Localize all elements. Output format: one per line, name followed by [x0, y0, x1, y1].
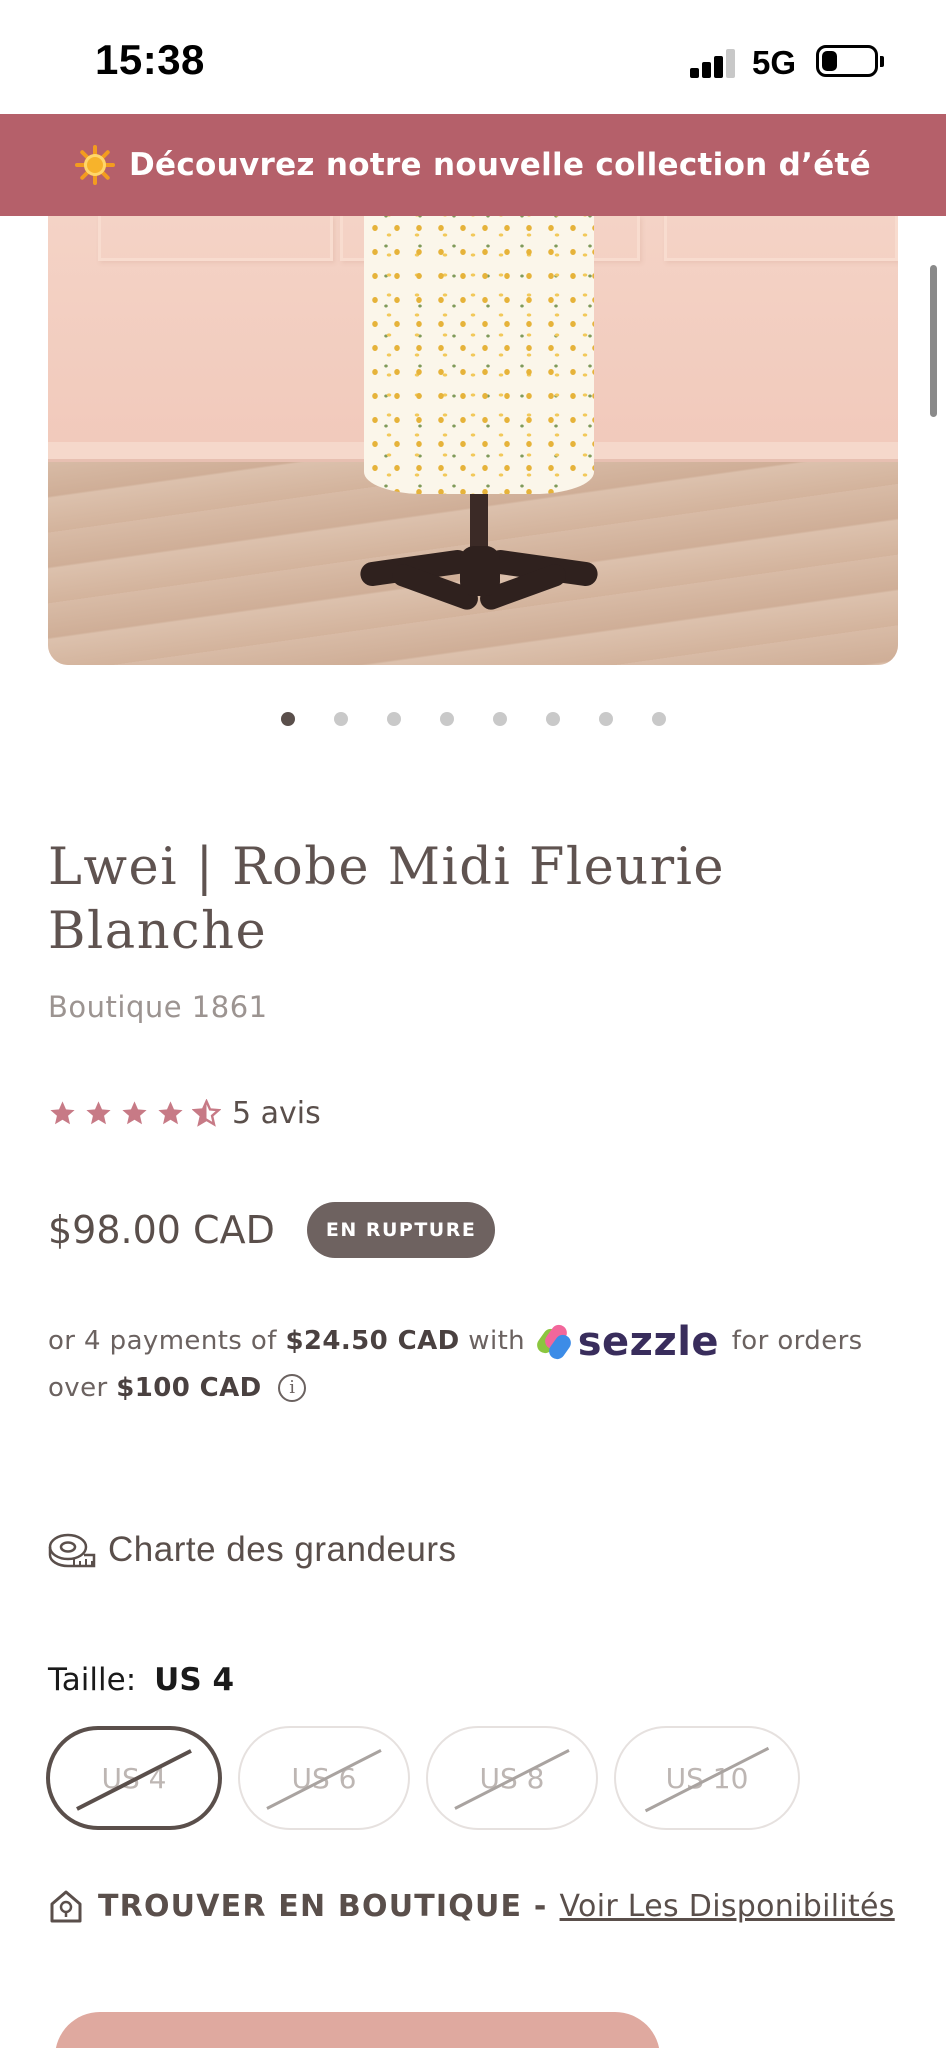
- status-time: 15:38: [95, 36, 205, 83]
- star-icon: [86, 1101, 111, 1125]
- sezzle-logo: sezzle: [533, 1318, 720, 1365]
- status-bar: 15:38 5G: [0, 0, 946, 114]
- sezzle-with: with: [468, 1326, 526, 1356]
- size-option-us-8[interactable]: US 8: [426, 1726, 598, 1830]
- product-price: $98.00 CAD: [48, 1208, 275, 1252]
- unavailable-strike: [76, 1749, 192, 1811]
- mannequin-stand: [358, 546, 600, 613]
- star-icon: [122, 1101, 147, 1125]
- star-icon: [50, 1101, 75, 1125]
- size-chart-label: Charte des grandeurs: [108, 1530, 457, 1569]
- size-selector-label: Taille: US 4: [48, 1662, 234, 1698]
- sun-icon: [75, 145, 116, 185]
- star-icon: [158, 1101, 183, 1125]
- sezzle-mark-icon: [533, 1321, 574, 1362]
- store-finder: TROUVER EN BOUTIQUE - Voir Les Disponibi…: [48, 1888, 895, 1924]
- review-count: 5 avis: [232, 1096, 321, 1131]
- info-icon[interactable]: i: [278, 1374, 307, 1402]
- size-option-us-6[interactable]: US 6: [238, 1726, 410, 1830]
- battery-icon: [816, 45, 884, 77]
- size-option-us-10[interactable]: US 10: [614, 1726, 800, 1830]
- carousel-dot[interactable]: [333, 712, 348, 726]
- sezzle-prefix: or 4 payments of: [48, 1326, 277, 1356]
- sezzle-installments[interactable]: or 4 payments of $24.50 CAD with sezzle …: [48, 1318, 898, 1411]
- product-vendor[interactable]: Boutique 1861: [48, 990, 268, 1024]
- selected-size: US 4: [154, 1662, 235, 1698]
- price-row: $98.00 CAD EN RUPTURE: [48, 1202, 496, 1258]
- product-title: Lwei | Robe Midi Fleurie Blanche: [48, 838, 726, 961]
- dress-image: [364, 216, 594, 494]
- carousel-dot[interactable]: [280, 712, 295, 726]
- size-options: US 4 US 6 US 8 US 10: [46, 1726, 800, 1830]
- sezzle-threshold: $100 CAD: [116, 1372, 262, 1403]
- size-option-us-4[interactable]: US 4: [46, 1726, 222, 1830]
- product-image[interactable]: [48, 216, 898, 665]
- unavailable-strike: [266, 1749, 382, 1810]
- sold-out-badge: EN RUPTURE: [306, 1202, 496, 1258]
- carousel-dot[interactable]: [545, 712, 560, 726]
- store-pin-icon: [50, 1890, 82, 1923]
- network-label: 5G: [752, 44, 797, 81]
- scrollbar[interactable]: [930, 265, 937, 417]
- store-availability-link[interactable]: Voir Les Disponibilités: [560, 1889, 895, 1924]
- image-carousel-dots[interactable]: [0, 712, 946, 726]
- announcement-banner[interactable]: Découvrez notre nouvelle collection d’ét…: [0, 114, 946, 216]
- sezzle-installment: $24.50 CAD: [285, 1326, 460, 1356]
- signal-icon: [690, 48, 740, 78]
- sezzle-wordmark: sezzle: [577, 1318, 720, 1365]
- store-finder-label: TROUVER EN BOUTIQUE -: [98, 1888, 548, 1924]
- unavailable-strike: [454, 1749, 570, 1810]
- carousel-dot[interactable]: [492, 712, 507, 726]
- product-rating[interactable]: 5 avis: [48, 1096, 321, 1131]
- tape-measure-icon: [48, 1533, 96, 1568]
- size-label: Taille:: [48, 1662, 137, 1698]
- carousel-dot[interactable]: [386, 712, 401, 726]
- unavailable-strike: [644, 1746, 770, 1813]
- add-to-cart-button[interactable]: [55, 2012, 660, 2048]
- carousel-dot[interactable]: [651, 712, 666, 726]
- carousel-dot[interactable]: [598, 712, 613, 726]
- size-chart-link[interactable]: Charte des grandeurs: [48, 1530, 457, 1570]
- announcement-text: Découvrez notre nouvelle collection d’ét…: [129, 147, 871, 183]
- half-star-icon: [192, 1099, 221, 1127]
- carousel-dot[interactable]: [439, 712, 454, 726]
